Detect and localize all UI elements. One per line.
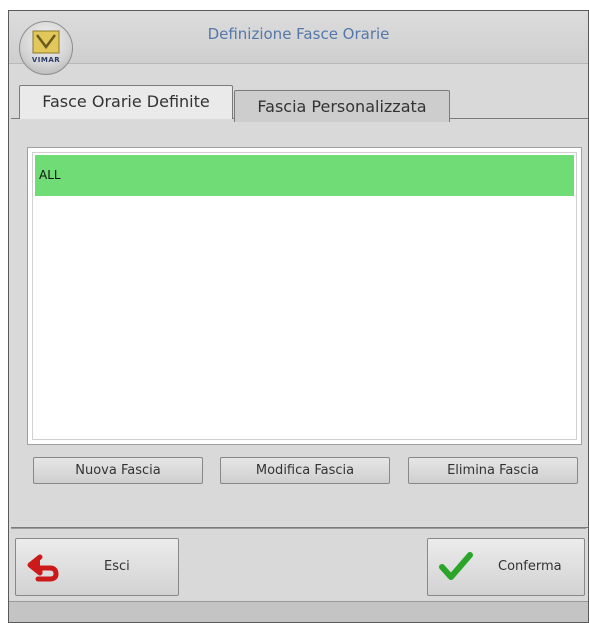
delete-band-button[interactable]: Elimina Fascia — [408, 457, 578, 484]
tab-fasce-orarie-definite[interactable]: Fasce Orarie Definite — [19, 85, 233, 119]
exit-button[interactable]: Esci — [15, 538, 179, 596]
list-inner: ALL — [32, 152, 577, 440]
status-strip — [9, 601, 588, 622]
title-bar: Definizione Fasce Orarie — [9, 11, 588, 64]
checkmark-icon — [439, 552, 473, 580]
confirm-button-label: Conferma — [498, 559, 562, 574]
edit-band-button[interactable]: Modifica Fascia — [220, 457, 390, 484]
tab-fascia-personalizzata[interactable]: Fascia Personalizzata — [234, 90, 450, 122]
confirm-button[interactable]: Conferma — [427, 538, 585, 596]
new-band-button[interactable]: Nuova Fascia — [33, 457, 203, 484]
back-arrow-icon — [27, 554, 59, 582]
logo-text: VIMAR — [31, 56, 61, 64]
footer-divider — [11, 528, 586, 529]
time-band-list[interactable]: ALL — [27, 147, 582, 445]
dialog-window: Definizione Fasce Orarie VIMAR Fasce Ora… — [8, 10, 589, 623]
logo-mark-icon — [32, 30, 60, 54]
exit-button-label: Esci — [104, 559, 130, 574]
window-title: Definizione Fasce Orarie — [207, 25, 390, 43]
list-item[interactable]: ALL — [35, 155, 574, 196]
vimar-logo: VIMAR — [19, 21, 73, 75]
